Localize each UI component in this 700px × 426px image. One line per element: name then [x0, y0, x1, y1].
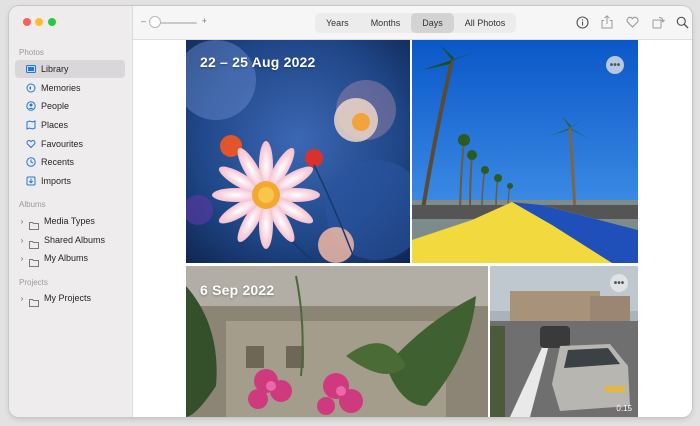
sidebar-item-imports[interactable]: Imports [15, 172, 125, 190]
sidebar-group-my-projects[interactable]: › My Projects [15, 289, 125, 307]
sidebar-group-shared-albums[interactable]: › Shared Albums [15, 231, 125, 249]
photo-image [186, 40, 410, 263]
photo-grid: 22 – 25 Aug 2022 ••• 6 Sep 2022 ••• 0:15 [133, 40, 692, 417]
chevron-right-icon[interactable]: › [18, 236, 26, 245]
chevron-right-icon[interactable]: › [18, 254, 26, 263]
sidebar-group-media-types[interactable]: › Media Types [15, 212, 125, 230]
memories-icon [26, 83, 36, 93]
video-duration: 0:15 [616, 404, 632, 413]
toolbar: – + Years Months Days All Photos [133, 6, 692, 40]
favourite-icon[interactable] [625, 15, 639, 29]
zoom-slider[interactable]: – + [141, 16, 207, 28]
chevron-right-icon[interactable]: › [18, 217, 26, 226]
sidebar-group-label: Media Types [44, 216, 95, 226]
rotate-icon[interactable] [651, 15, 665, 29]
clock-icon [26, 157, 36, 167]
view-tab-days[interactable]: Days [411, 13, 454, 33]
sidebar-item-favourites[interactable]: Favourites [15, 135, 125, 153]
zoom-window-button[interactable] [48, 18, 56, 26]
projects-section-header: Projects [19, 278, 48, 287]
close-window-button[interactable] [23, 18, 31, 26]
photo-flower-macro[interactable]: 22 – 25 Aug 2022 [186, 40, 410, 263]
view-tab-months[interactable]: Months [360, 13, 412, 33]
folder-icon [29, 294, 39, 307]
chevron-right-icon[interactable]: › [18, 294, 26, 303]
day-title-sep-2022: 6 Sep 2022 [200, 282, 275, 298]
sidebar-item-label: Favourites [41, 139, 84, 149]
people-icon [26, 101, 36, 111]
sidebar: Photos Library Memories People Places Fa… [9, 6, 133, 417]
view-tab-years[interactable]: Years [315, 13, 360, 33]
sidebar-item-library[interactable]: Library [15, 60, 125, 78]
library-icon [26, 64, 36, 74]
albums-section-header: Albums [19, 200, 46, 209]
photo-palm-promenade[interactable]: ••• [412, 40, 638, 263]
sidebar-item-label: Library [41, 64, 69, 74]
sidebar-item-label: Memories [41, 83, 81, 93]
sidebar-item-label: Imports [41, 176, 72, 186]
places-icon [26, 120, 36, 130]
photos-section-header: Photos [19, 48, 44, 57]
sidebar-item-label: Places [41, 120, 69, 130]
minimize-window-button[interactable] [35, 18, 43, 26]
heart-icon [26, 139, 36, 149]
sidebar-item-people[interactable]: People [15, 97, 125, 115]
info-icon[interactable] [575, 15, 589, 29]
search-icon[interactable] [675, 15, 689, 29]
sidebar-item-places[interactable]: Places [15, 116, 125, 134]
day-title-aug-2022: 22 – 25 Aug 2022 [200, 54, 316, 70]
share-icon[interactable] [600, 15, 614, 29]
sidebar-group-my-albums[interactable]: › My Albums [15, 249, 125, 267]
import-icon [26, 176, 36, 186]
photos-window: Photos Library Memories People Places Fa… [9, 6, 692, 417]
zoom-in-label: + [201, 16, 207, 26]
zoom-out-label: – [141, 16, 147, 26]
more-options-button[interactable]: ••• [610, 274, 628, 292]
sidebar-group-label: My Albums [44, 253, 89, 263]
sidebar-item-recents[interactable]: Recents [15, 153, 125, 171]
sidebar-group-label: Shared Albums [44, 235, 106, 245]
video-street[interactable]: ••• 0:15 [490, 266, 638, 417]
folder-icon [29, 236, 39, 249]
folder-icon [29, 217, 39, 230]
photo-pink-flowers[interactable]: 6 Sep 2022 [186, 266, 488, 417]
view-tab-all-photos[interactable]: All Photos [454, 13, 517, 33]
sidebar-item-label: People [41, 101, 70, 111]
photo-image [412, 40, 638, 263]
sidebar-group-label: My Projects [44, 293, 92, 303]
zoom-knob[interactable] [150, 17, 160, 27]
sidebar-item-memories[interactable]: Memories [15, 79, 125, 97]
view-segmented-control: Years Months Days All Photos [315, 13, 517, 33]
sidebar-item-label: Recents [41, 157, 75, 167]
folder-icon [29, 254, 39, 267]
more-options-button[interactable]: ••• [606, 56, 624, 74]
